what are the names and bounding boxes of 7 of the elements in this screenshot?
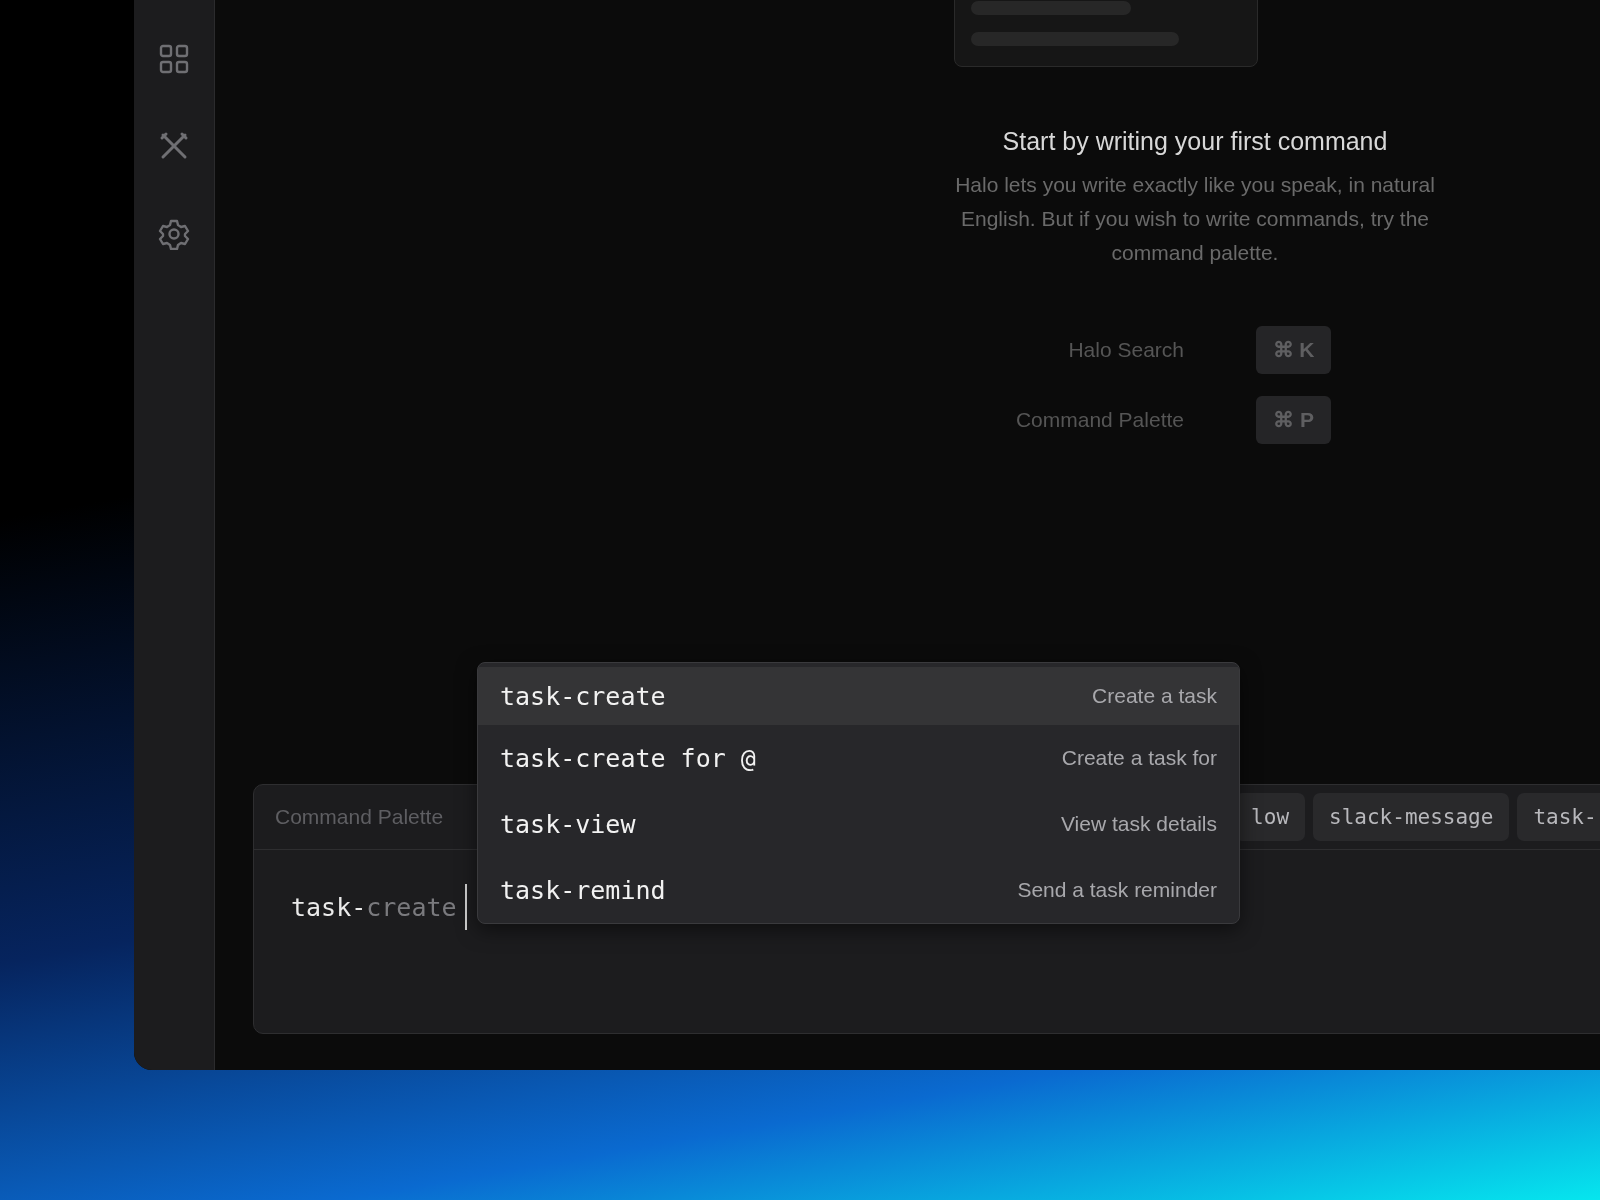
empty-state-description: Halo lets you write exactly like you speak, in natural English. But if you wish to write commands, try the command palette. <box>954 172 1436 266</box>
palette-title: Command Palette <box>275 805 444 829</box>
shortcut-label: Halo Search <box>1067 338 1184 362</box>
keyboard-shortcut: ⌘ P <box>1256 396 1331 444</box>
empty-state-title: Start by writing your first command <box>1002 127 1388 156</box>
shortcut-label: Command Palette <box>1014 408 1184 432</box>
keyboard-shortcut: ⌘ K <box>1256 326 1331 374</box>
